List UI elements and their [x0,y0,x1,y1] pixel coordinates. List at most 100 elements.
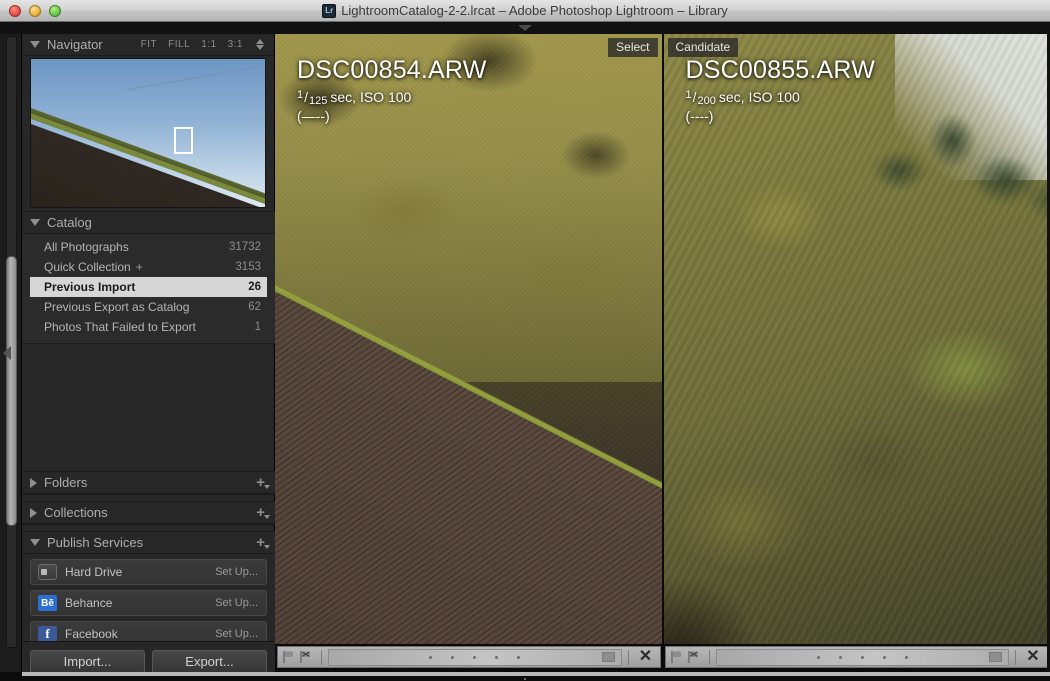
navigator-zoom-levels: FIT FILL 1:1 3:1 [141,39,264,50]
rating-dot[interactable] [817,656,820,659]
disclosure-closed-icon[interactable] [30,508,37,518]
publish-service-name: Facebook [65,627,215,641]
bottom-scroll-bar[interactable] [22,672,1050,676]
toolbar-separator [628,650,629,665]
toolbar-separator [321,650,322,665]
zoom-fill[interactable]: FILL [168,39,190,50]
publish-service-setup-link[interactable]: Set Up... [215,597,258,609]
work-area: Navigator FIT FILL 1:1 3:1 [0,34,1050,681]
catalog-item-label: All Photographs [44,240,229,254]
rating-dot[interactable] [883,656,886,659]
publish-service-hard-drive[interactable]: Hard Drive Set Up... [30,559,267,585]
candidate-badge: Candidate [668,38,739,57]
disclosure-open-icon[interactable] [30,539,40,546]
photo-candidate-image [664,34,1050,644]
catalog-item-label: Previous Import [44,280,248,294]
catalog-item-photos-that-failed-to-export[interactable]: Photos That Failed to Export 1 [30,317,267,337]
flag-reject-icon[interactable] [686,649,701,665]
photo-select-image [275,34,662,644]
left-scrollbar-thumb[interactable] [6,256,17,526]
lightroom-window: Lr LightroomCatalog-2-2.lrcat – Adobe Ph… [0,0,1050,681]
catalog-item-quick-collection[interactable]: Quick Collection+ 3153 [30,257,267,277]
rating-dot[interactable] [861,656,864,659]
catalog-item-all-photographs[interactable]: All Photographs 31732 [30,237,267,257]
catalog-item-count: 1 [255,321,261,333]
import-button[interactable]: Import... [30,650,145,674]
bottom-strip [0,672,1050,681]
toolbar-separator [709,650,710,665]
chevron-down-icon[interactable] [518,25,532,31]
disclosure-closed-icon[interactable] [30,478,37,488]
folders-header[interactable]: Folders + [22,472,275,494]
catalog-item-count: 3153 [235,261,261,273]
toolbar-candidate: ✕ [665,646,1049,668]
zoom-fit[interactable]: FIT [141,39,158,50]
left-scroll-gutter [0,34,22,681]
flag-pick-icon[interactable] [281,649,296,665]
toolbar-select: ✕ [277,646,661,668]
navigator-crop-indicator[interactable] [174,127,193,154]
rating-dot[interactable] [451,656,454,659]
catalog-item-previous-import[interactable]: Previous Import 26 [30,277,267,297]
export-button[interactable]: Export... [152,650,267,674]
catalog-item-count: 26 [248,281,261,293]
add-folder-icon[interactable]: + [256,475,265,490]
rating-thumb[interactable] [602,652,615,662]
add-collection-icon[interactable]: + [256,505,265,520]
rating-dot[interactable] [429,656,432,659]
compare-pane-select[interactable]: Select DSC00854.ARW 1/125 sec, ISO 100 (… [275,34,664,644]
publish-service-behance[interactable]: Bē Behance Set Up... [30,590,267,616]
publish-service-name: Behance [65,596,215,610]
rating-thumb[interactable] [989,652,1002,662]
lightroom-app-icon: Lr [322,4,336,18]
publish-service-setup-link[interactable]: Set Up... [215,628,258,640]
zoom-1-1[interactable]: 1:1 [201,39,216,50]
catalog-item-previous-export-as-catalog[interactable]: Previous Export as Catalog 62 [30,297,267,317]
rating-dot[interactable] [473,656,476,659]
catalog-section: Catalog All Photographs 31732 Quick Coll… [22,211,275,344]
navigator-preview[interactable] [30,58,266,208]
rating-dot[interactable] [905,656,908,659]
catalog-item-label: Previous Export as Catalog [44,300,248,314]
flag-pick-icon[interactable] [669,649,684,665]
close-toolbar-button-select[interactable]: ✕ [635,649,657,665]
disclosure-open-icon[interactable] [30,219,40,226]
rating-dot[interactable] [839,656,842,659]
left-panel: Navigator FIT FILL 1:1 3:1 [22,34,275,681]
catalog-item-count: 62 [248,301,261,313]
window-title: LightroomCatalog-2-2.lrcat – Adobe Photo… [341,3,728,18]
collections-title: Collections [44,505,256,520]
folders-section: Folders + [22,471,275,495]
toolbar-separator [1015,650,1016,665]
folders-title: Folders [44,475,256,490]
facebook-icon: f [38,626,57,642]
disclosure-open-icon[interactable] [30,41,40,48]
flag-reject-icon[interactable] [298,649,313,665]
rating-slider-candidate[interactable] [716,649,1010,666]
bottom-tick-marker [524,678,526,680]
window-titlebar: Lr LightroomCatalog-2-2.lrcat – Adobe Ph… [0,0,1050,22]
compare-pane-candidate[interactable]: Candidate DSC00855.ARW 1/200 sec, ISO 10… [664,34,1050,644]
compare-view: Select DSC00854.ARW 1/125 sec, ISO 100 (… [275,34,1050,681]
catalog-item-label: Photos That Failed to Export [44,320,255,334]
zoom-stepper-icon[interactable] [256,39,264,50]
navigator-header[interactable]: Navigator FIT FILL 1:1 3:1 [22,34,274,56]
rating-dot[interactable] [495,656,498,659]
catalog-title: Catalog [47,215,265,230]
rating-dot[interactable] [517,656,520,659]
collections-header[interactable]: Collections + [22,502,275,524]
catalog-item-label-group: Quick Collection+ [44,260,235,274]
rating-slider-select[interactable] [328,649,622,666]
behance-icon: Bē [38,595,57,611]
quick-collection-plus-icon[interactable]: + [136,260,143,274]
module-picker-strip [0,22,1050,34]
publish-services-header[interactable]: Publish Services + [22,532,275,554]
zoom-3-1[interactable]: 3:1 [228,39,243,50]
add-publish-service-icon[interactable]: + [256,535,265,550]
catalog-list: All Photographs 31732 Quick Collection+ … [22,234,275,343]
close-toolbar-button-candidate[interactable]: ✕ [1022,649,1044,665]
catalog-header[interactable]: Catalog [22,212,275,234]
collapse-left-panel-arrow[interactable] [3,346,11,360]
navigator-title: Navigator [47,37,141,52]
publish-service-setup-link[interactable]: Set Up... [215,566,258,578]
